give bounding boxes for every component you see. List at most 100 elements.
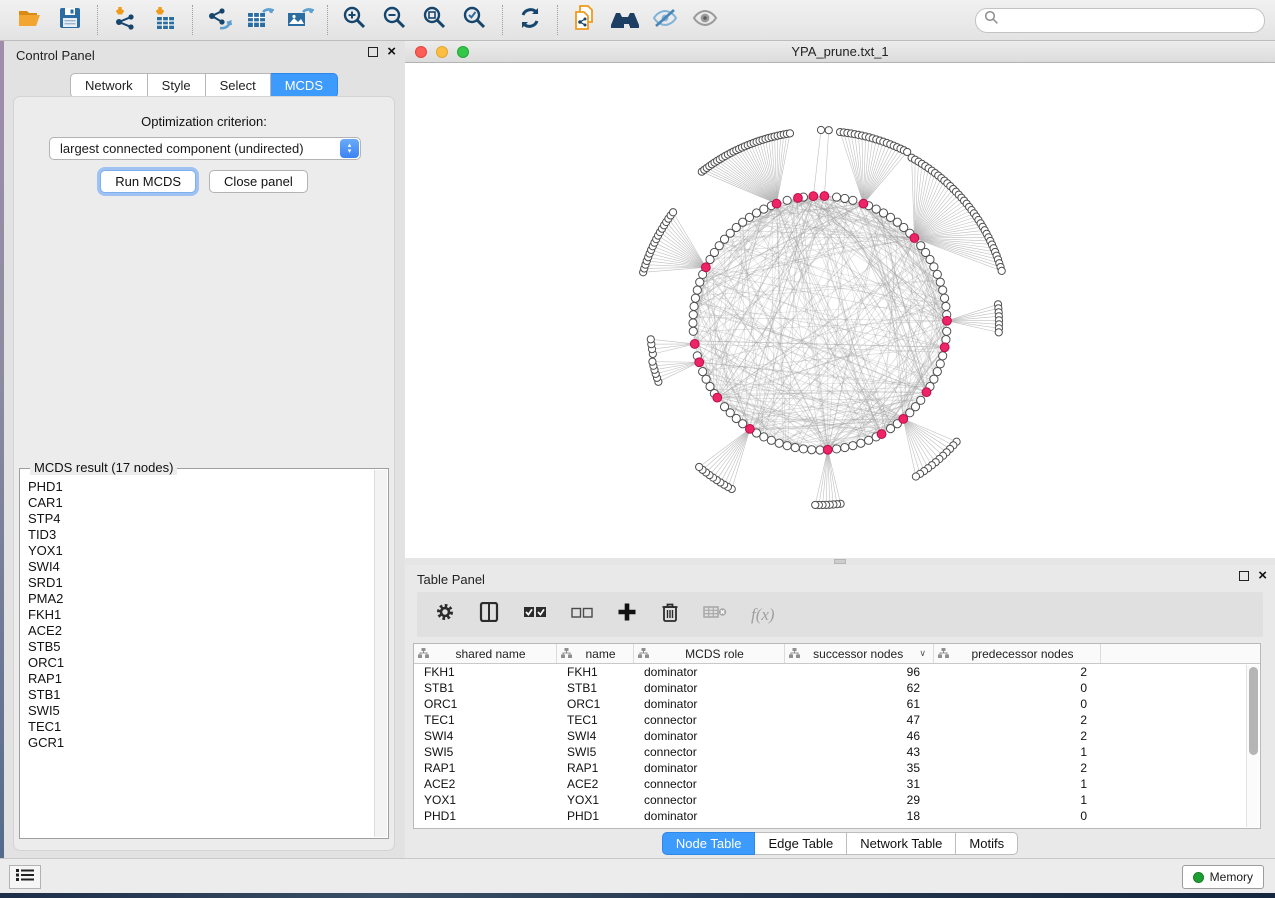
cell-predecessor_nodes[interactable]: 2 xyxy=(934,665,1101,679)
cell-predecessor_nodes[interactable]: 0 xyxy=(934,697,1101,711)
delete-column-button[interactable] xyxy=(661,602,679,627)
mcds-result-scrollbar[interactable] xyxy=(374,470,387,837)
network-node[interactable] xyxy=(783,196,791,204)
cell-predecessor_nodes[interactable]: 1 xyxy=(934,745,1101,759)
cell-shared_name[interactable]: PHD1 xyxy=(414,809,557,823)
network-node[interactable] xyxy=(865,436,873,444)
optimization-criterion-select[interactable]: largest connected component (undirected)… xyxy=(49,137,361,160)
zoom-selected-button[interactable] xyxy=(455,4,495,36)
cell-mcds_role[interactable]: connector xyxy=(634,793,785,807)
cell-shared_name[interactable]: SWI5 xyxy=(414,745,557,759)
mcds-result-item[interactable]: TID3 xyxy=(28,527,373,543)
network-hub-node[interactable] xyxy=(794,194,803,203)
horizontal-split-divider[interactable] xyxy=(405,558,1275,565)
network-hub-node[interactable] xyxy=(910,234,919,243)
mcds-result-item[interactable]: RAP1 xyxy=(28,671,373,687)
network-node[interactable] xyxy=(696,278,704,286)
network-hub-node[interactable] xyxy=(695,358,704,367)
tab-edge-table[interactable]: Edge Table xyxy=(755,832,847,855)
hide-selected-button[interactable] xyxy=(645,4,685,36)
cell-mcds_role[interactable]: dominator xyxy=(634,681,785,695)
network-node[interactable] xyxy=(690,302,698,310)
network-hub-node[interactable] xyxy=(690,340,699,349)
network-node[interactable] xyxy=(849,442,857,450)
cell-shared_name[interactable]: RAP1 xyxy=(414,761,557,775)
cell-shared_name[interactable]: SWI4 xyxy=(414,729,557,743)
network-node[interactable] xyxy=(832,193,840,201)
column-header-successor_nodes[interactable]: successor nodes∨ xyxy=(785,644,934,663)
cell-mcds_role[interactable]: dominator xyxy=(634,809,785,823)
tab-network-table[interactable]: Network Table xyxy=(847,832,956,855)
network-node[interactable] xyxy=(998,267,1005,274)
cell-name[interactable]: YOX1 xyxy=(557,793,634,807)
column-header-predecessor_nodes[interactable]: predecessor nodes xyxy=(934,644,1101,663)
network-node[interactable] xyxy=(669,209,676,216)
cell-shared_name[interactable]: ACE2 xyxy=(414,777,557,791)
tab-style[interactable]: Style xyxy=(148,73,206,98)
table-row[interactable]: STB1STB1dominator620 xyxy=(414,680,1260,696)
table-row[interactable]: SWI4SWI4dominator462 xyxy=(414,728,1260,744)
network-node[interactable] xyxy=(832,445,840,453)
network-hub-node[interactable] xyxy=(809,192,818,201)
network-node[interactable] xyxy=(760,205,768,213)
network-node[interactable] xyxy=(691,294,699,302)
cell-successor_nodes[interactable]: 46 xyxy=(785,729,934,743)
network-node[interactable] xyxy=(783,442,791,450)
mcds-result-item[interactable]: STP4 xyxy=(28,511,373,527)
cell-mcds_role[interactable]: dominator xyxy=(634,697,785,711)
search-input[interactable] xyxy=(1004,13,1256,28)
float-panel-icon[interactable] xyxy=(368,47,378,57)
table-row[interactable]: SWI5SWI5connector431 xyxy=(414,744,1260,760)
network-hub-node[interactable] xyxy=(701,263,710,272)
network-node[interactable] xyxy=(933,368,941,376)
table-row[interactable]: ORC1ORC1dominator610 xyxy=(414,696,1260,712)
network-node[interactable] xyxy=(940,294,948,302)
cell-successor_nodes[interactable]: 47 xyxy=(785,713,934,727)
cell-predecessor_nodes[interactable]: 2 xyxy=(934,729,1101,743)
cell-predecessor_nodes[interactable]: 2 xyxy=(934,713,1101,727)
cell-successor_nodes[interactable]: 62 xyxy=(785,681,934,695)
network-node[interactable] xyxy=(942,335,950,343)
mcds-result-item[interactable]: PMA2 xyxy=(28,591,373,607)
zoom-out-button[interactable] xyxy=(375,4,415,36)
network-node[interactable] xyxy=(939,286,947,294)
close-panel-icon[interactable]: × xyxy=(387,47,396,57)
duplicate-network-button[interactable] xyxy=(565,4,605,36)
tab-node-table[interactable]: Node Table xyxy=(662,832,756,855)
cell-mcds_role[interactable]: dominator xyxy=(634,761,785,775)
mcds-result-item[interactable]: SRD1 xyxy=(28,575,373,591)
network-hub-node[interactable] xyxy=(823,445,832,454)
network-node[interactable] xyxy=(939,352,947,360)
mcds-result-item[interactable]: TEC1 xyxy=(28,719,373,735)
network-hub-node[interactable] xyxy=(940,343,949,352)
mcds-result-item[interactable]: SWI4 xyxy=(28,559,373,575)
cell-name[interactable]: FKH1 xyxy=(557,665,634,679)
network-canvas[interactable] xyxy=(405,63,1275,558)
network-node[interactable] xyxy=(812,501,819,508)
network-node[interactable] xyxy=(886,424,894,432)
mcds-result-item[interactable]: STB5 xyxy=(28,639,373,655)
cell-shared_name[interactable]: TEC1 xyxy=(414,713,557,727)
network-node[interactable] xyxy=(841,194,849,202)
cell-successor_nodes[interactable]: 96 xyxy=(785,665,934,679)
run-mcds-button[interactable]: Run MCDS xyxy=(100,170,196,193)
deselect-all-button[interactable] xyxy=(571,606,593,624)
cell-successor_nodes[interactable]: 29 xyxy=(785,793,934,807)
import-table-button[interactable] xyxy=(145,4,185,36)
float-panel-icon[interactable] xyxy=(1239,571,1249,581)
table-row[interactable]: TEC1TEC1connector472 xyxy=(414,712,1260,728)
network-node[interactable] xyxy=(786,130,793,137)
cell-mcds_role[interactable]: connector xyxy=(634,713,785,727)
export-network-button[interactable] xyxy=(200,4,240,36)
network-node[interactable] xyxy=(689,311,697,319)
network-node[interactable] xyxy=(857,439,865,447)
network-node[interactable] xyxy=(720,403,728,411)
column-layout-button[interactable] xyxy=(479,602,499,627)
cell-shared_name[interactable]: ORC1 xyxy=(414,697,557,711)
cell-mcds_role[interactable]: dominator xyxy=(634,729,785,743)
column-header-mcds_role[interactable]: MCDS role xyxy=(634,644,785,663)
tab-motifs[interactable]: Motifs xyxy=(956,832,1018,855)
network-hub-node[interactable] xyxy=(772,199,781,208)
zoom-in-button[interactable] xyxy=(335,4,375,36)
network-node[interactable] xyxy=(841,443,849,451)
